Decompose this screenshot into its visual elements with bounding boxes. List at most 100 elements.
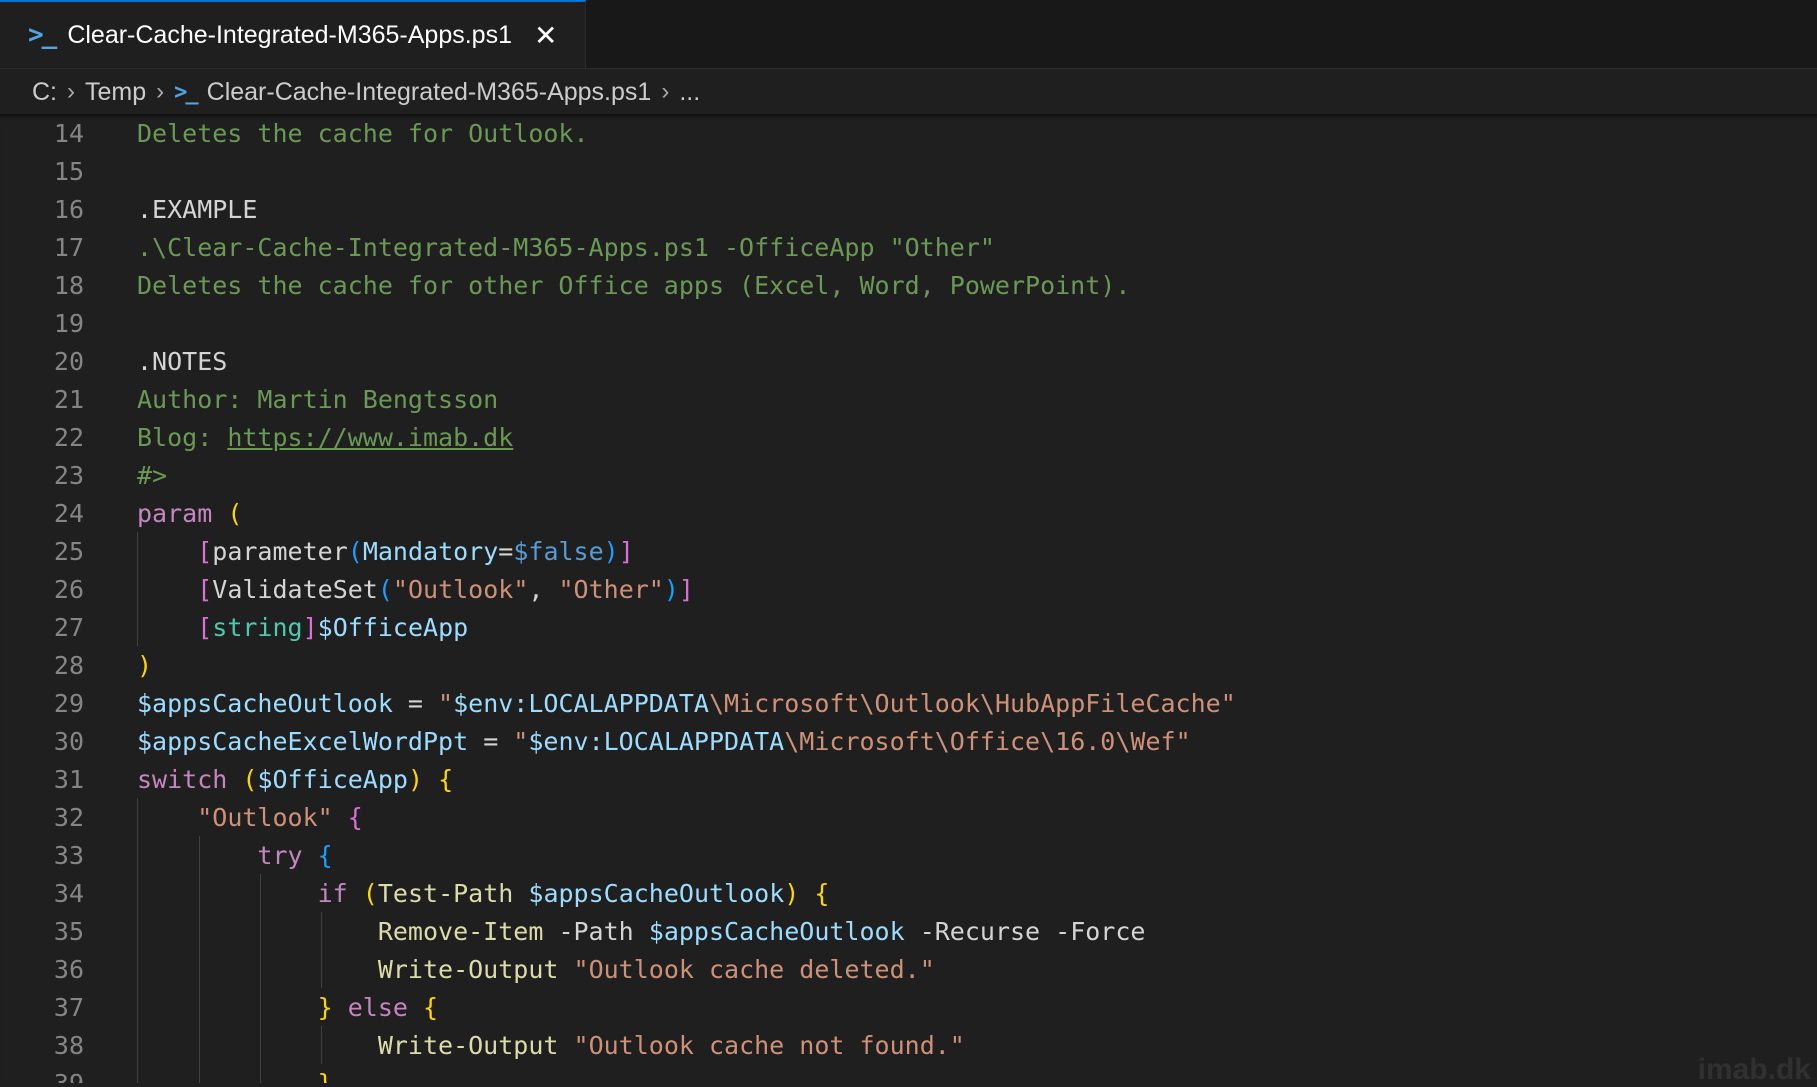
code-token: Remove-Item [377,916,544,946]
line-number: 31 [53,764,84,794]
code-token: " [438,688,454,718]
breadcrumb-folder[interactable]: Temp [85,78,146,107]
code-line[interactable]: 19 [0,304,84,342]
code-line[interactable]: 17 .\Clear-Cache-Integrated-M365-Apps.ps1… [0,228,995,266]
code-line[interactable]: 23 #> [0,456,167,494]
code-token: ) [603,536,619,566]
code-text: #> [137,461,167,490]
code-line[interactable]: 28) [0,646,152,684]
line-number: 19 [53,308,84,338]
code-line[interactable]: 25 [parameter(Mandatory=$false)] [0,532,634,570]
code-token: " [513,726,529,756]
code-editor[interactable]: 14 Deletes the cache for Outlook. 15 16 .EXA… [0,114,1817,1083]
code-line[interactable]: 14 Deletes the cache for Outlook. [0,114,589,152]
line-number: 23 [53,460,84,490]
code-text: $appsCacheExcelWordPpt = "$env:LOCALAPPD… [137,727,1191,756]
code-line[interactable]: 30 $appsCacheExcelWordPpt = "$env:LOCALAP… [0,722,1191,760]
line-number: 37 [53,992,84,1022]
code-line[interactable]: 22 Blog: https://www.imab.dk [0,418,513,456]
code-token: "Outlook cache not found." [573,1030,965,1060]
line-number: 14 [53,118,84,148]
code-line[interactable]: 18 Deletes the cache for other Office app… [0,266,1131,304]
code-token: ) [663,574,679,604]
code-token: { [438,764,454,794]
code-token: , [528,574,559,604]
code-line[interactable]: 35 Remove-Item -Path $appsCacheOutlook -… [0,912,1146,950]
code-token: ] [678,574,694,604]
code-line[interactable]: 15 [0,152,84,190]
code-line[interactable]: 36 Write-Output "Outlook cache deleted." [0,950,935,988]
code-text: "Outlook" { [137,803,363,832]
code-line[interactable]: 16 .EXAMPLE [0,190,258,228]
code-text: Write-Output "Outlook cache deleted." [137,955,935,984]
code-token: [ [197,536,213,566]
code-line[interactable]: 34 if (Test-Path $appsCacheOutlook) { [0,874,830,912]
code-text: [ValidateSet("Outlook", "Other")] [137,575,694,604]
breadcrumb-symbols[interactable]: ... [679,78,700,107]
code-token: Test-Path [377,878,514,908]
code-text: [string]$OfficeApp [137,613,468,642]
code-text: } else { [137,993,438,1022]
code-token: [ [197,574,213,604]
code-token: = [498,536,514,566]
code-token: $appsCacheExcelWordPpt [137,726,469,756]
code-token: $OfficeApp [317,612,469,642]
code-token: ( [362,878,378,908]
code-token: ) [137,650,153,680]
code-line[interactable]: 31 switch ($OfficeApp) { [0,760,453,798]
code-line[interactable]: 20 .NOTES [0,342,227,380]
code-token: { [814,878,830,908]
code-token: ) [407,764,424,794]
editor-tab-active[interactable]: >_ Clear-Cache-Integrated-M365-Apps.ps1 … [0,0,587,68]
indent-guide [137,798,138,1083]
code-line[interactable]: 33 try { [0,836,333,874]
code-line[interactable]: 39 } [0,1064,333,1084]
code-token: Deletes the cache for other Office apps … [137,270,1131,300]
code-line[interactable]: 29 $appsCacheOutlook = "$env:LOCALAPPDATA… [0,684,1236,722]
code-text: Author: Martin Bengtsson [137,385,498,414]
code-line[interactable]: 38 Write-Output "Outlook cache not found… [0,1026,965,1064]
code-text: .EXAMPLE [137,195,257,224]
chevron-right-icon: › [156,78,165,105]
line-number: 16 [53,194,84,224]
line-number: 18 [53,270,84,300]
indent-guide [321,1026,322,1064]
line-number: 30 [53,726,84,756]
code-line[interactable]: 24 param ( [0,494,243,532]
code-token: ] [618,536,634,566]
code-token: string [212,612,303,642]
code-token: Deletes the cache for Outlook. [137,118,589,148]
code-line[interactable]: 21 Author: Martin Bengtsson [0,380,498,418]
tab-title: Clear-Cache-Integrated-M365-Apps.ps1 [67,20,512,49]
breadcrumb-drive[interactable]: C: [32,78,57,107]
code-token: { [317,840,333,870]
code-token: { [347,802,363,832]
code-text: .NOTES [137,347,227,376]
code-line[interactable]: 26 [ValidateSet("Outlook", "Other")] [0,570,694,608]
code-line[interactable]: 37 } else { [0,988,438,1026]
code-token: = [392,688,439,718]
code-token: "Outlook" [392,574,529,604]
code-token: switch [137,764,228,794]
code-line[interactable]: 32 "Outlook" { [0,798,363,836]
code-line[interactable]: 27 [string]$OfficeApp [0,608,468,646]
breadcrumb: C: › Temp › >_ Clear-Cache-Integrated-M3… [0,69,1817,115]
code-token: Write-Output [377,954,559,984]
code-token: "Outlook" [197,802,333,832]
close-icon[interactable]: ✕ [534,19,557,52]
breadcrumb-file[interactable]: Clear-Cache-Integrated-M365-Apps.ps1 [207,78,652,107]
